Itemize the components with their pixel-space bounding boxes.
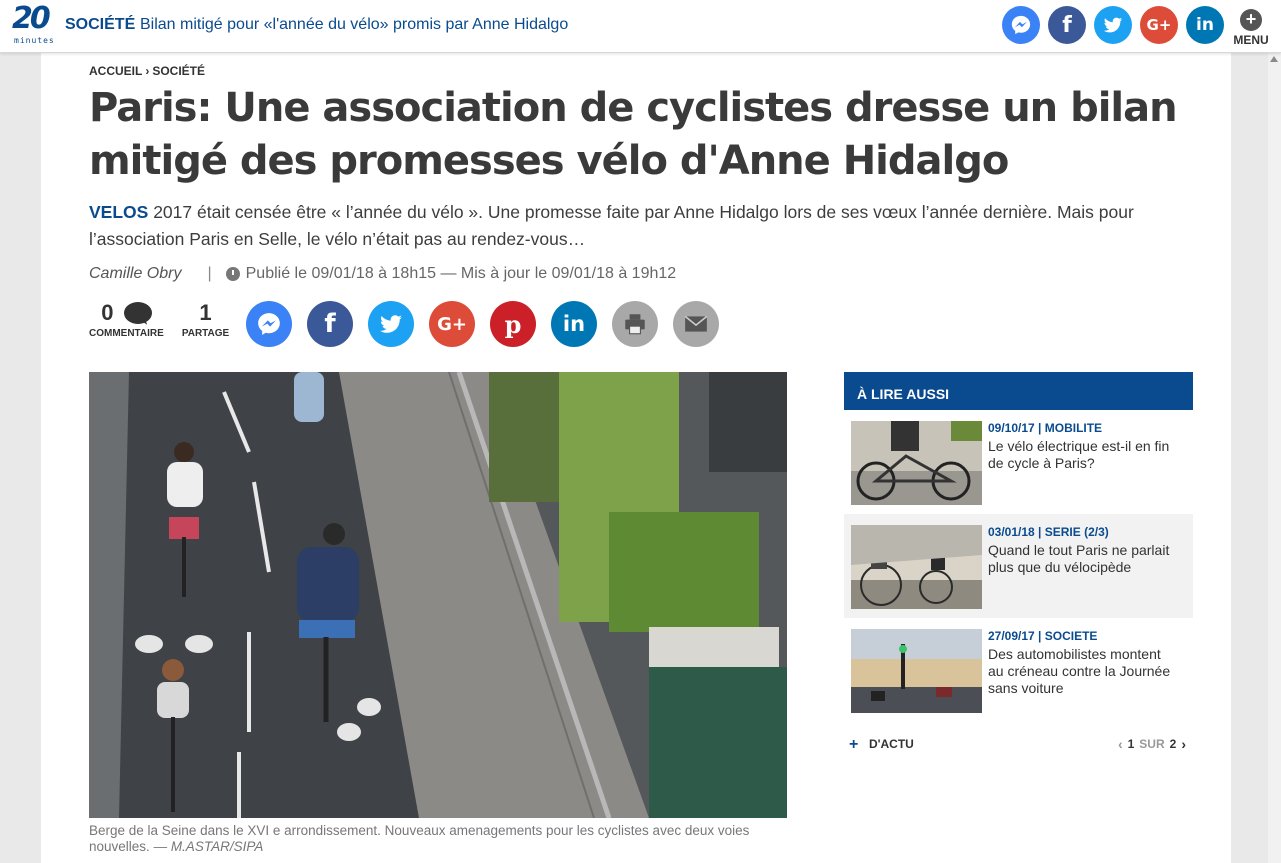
logo-sub: minutes [14, 36, 55, 45]
related-card[interactable]: 27/09/17 | SOCIETE Des automobilistes mo… [844, 618, 1193, 722]
pager-current: 1 [1127, 737, 1135, 751]
clock-icon [225, 267, 240, 281]
share-counter: 1 PARTAGE [182, 300, 229, 339]
top-share-bar: f G+ in [1002, 6, 1224, 44]
linkedin-icon[interactable]: in [551, 301, 597, 347]
breadcrumb-section[interactable]: SOCIÉTÉ [152, 64, 205, 78]
related-card[interactable]: 09/10/17 | MOBILITE Le vélo électrique e… [844, 410, 1193, 514]
messenger-icon[interactable] [246, 301, 292, 347]
related-thumbnail[interactable] [851, 629, 982, 713]
menu-label: MENU [1233, 33, 1269, 47]
menu-button[interactable]: + MENU [1232, 9, 1270, 47]
pager-of: SUR [1139, 737, 1165, 751]
email-icon[interactable] [673, 301, 719, 347]
related-pager: ‹ 1 SUR 2 › [1118, 737, 1186, 751]
facebook-icon[interactable]: f [1048, 6, 1086, 44]
photo-caption: Berge de la Seine dans le XVI e arrondis… [89, 823, 787, 855]
comment-count: 0 [101, 300, 114, 325]
top-article-title: Bilan mitigé pour «l'année du vélo» prom… [140, 16, 569, 33]
related-footer: + D'ACTU ‹ 1 SUR 2 › [844, 732, 1193, 762]
related-kicker[interactable]: 03/01/18 | SERIE (2/3) [988, 525, 1109, 539]
share-label: PARTAGE [181, 328, 230, 339]
related-kicker[interactable]: 27/09/17 | SOCIETE [988, 629, 1097, 643]
google-plus-icon[interactable]: G+ [429, 301, 475, 347]
twitter-icon[interactable] [1094, 6, 1132, 44]
scroll-up-arrow-icon[interactable] [1270, 56, 1278, 62]
logo-number: 20 [12, 1, 51, 36]
article-kicker[interactable]: VELOS [89, 202, 148, 222]
print-icon[interactable] [612, 301, 658, 347]
messenger-icon[interactable] [1002, 6, 1040, 44]
article-counters: 0 COMMENTAIRE 1 PARTAGE [89, 300, 247, 339]
related-title[interactable]: Le vélo électrique est-il en fin de cycl… [988, 438, 1178, 472]
site-logo[interactable]: 20 minutes [12, 1, 55, 47]
more-plus-icon[interactable]: + [849, 736, 858, 754]
google-plus-icon[interactable]: G+ [1140, 6, 1178, 44]
top-bar: 20 minutes SOCIÉTÉ Bilan mitigé pour «l'… [0, 0, 1281, 53]
linkedin-icon[interactable]: in [1186, 6, 1224, 44]
article-lead-text: 2017 était censée être « l’année du vélo… [89, 202, 1134, 249]
top-section-label[interactable]: SOCIÉTÉ [65, 16, 135, 34]
menu-plus-icon: + [1240, 9, 1262, 31]
photo-credit: — M.ASTAR/SIPA [153, 839, 264, 854]
comment-label: COMMENTAIRE [89, 328, 164, 339]
related-card[interactable]: 03/01/18 | SERIE (2/3) Quand le tout Par… [844, 514, 1193, 618]
twitter-icon[interactable] [368, 301, 414, 347]
related-heading: À LIRE AUSSI [844, 372, 1193, 410]
comment-counter[interactable]: 0 COMMENTAIRE [89, 300, 164, 339]
comment-bubble-icon [123, 302, 152, 324]
article-title: Paris: Une association de cyclistes dres… [89, 85, 1178, 184]
related-sidebar: À LIRE AUSSI 09/10/17 | MOBILITE Le vélo… [844, 372, 1193, 762]
article-share-bar: f G+ p in [246, 301, 719, 347]
next-chevron-icon[interactable]: › [1181, 737, 1186, 751]
related-thumbnail[interactable] [851, 421, 982, 505]
more-news-link[interactable]: D'ACTU [869, 737, 914, 751]
related-thumbnail[interactable] [851, 525, 982, 609]
related-kicker[interactable]: 09/10/17 | MOBILITE [988, 421, 1102, 435]
pager-total: 2 [1169, 737, 1177, 751]
related-title[interactable]: Des automobilistes montent au créneau co… [988, 646, 1178, 697]
meta-separator: | [207, 265, 212, 282]
article-lead: VELOS 2017 était censée être « l’année d… [89, 199, 1179, 253]
related-title[interactable]: Quand le tout Paris ne parlait plus que … [988, 542, 1178, 576]
pinterest-icon[interactable]: p [490, 301, 536, 347]
breadcrumb: ACCUEIL › SOCIÉTÉ [89, 64, 205, 78]
article-photo[interactable] [89, 372, 787, 818]
facebook-icon[interactable]: f [307, 301, 353, 347]
prev-chevron-icon[interactable]: ‹ [1118, 737, 1123, 751]
article-dates: Publié le 09/01/18 à 18h15 — Mis à jour … [245, 265, 677, 282]
breadcrumb-separator: › [145, 64, 150, 78]
article-meta: Camille Obry | Publié le 09/01/18 à 18h1… [89, 265, 676, 283]
scrollbar[interactable] [1268, 53, 1281, 863]
breadcrumb-home[interactable]: ACCUEIL [89, 64, 142, 78]
share-count: 1 [199, 300, 212, 325]
article-author[interactable]: Camille Obry [89, 265, 181, 283]
